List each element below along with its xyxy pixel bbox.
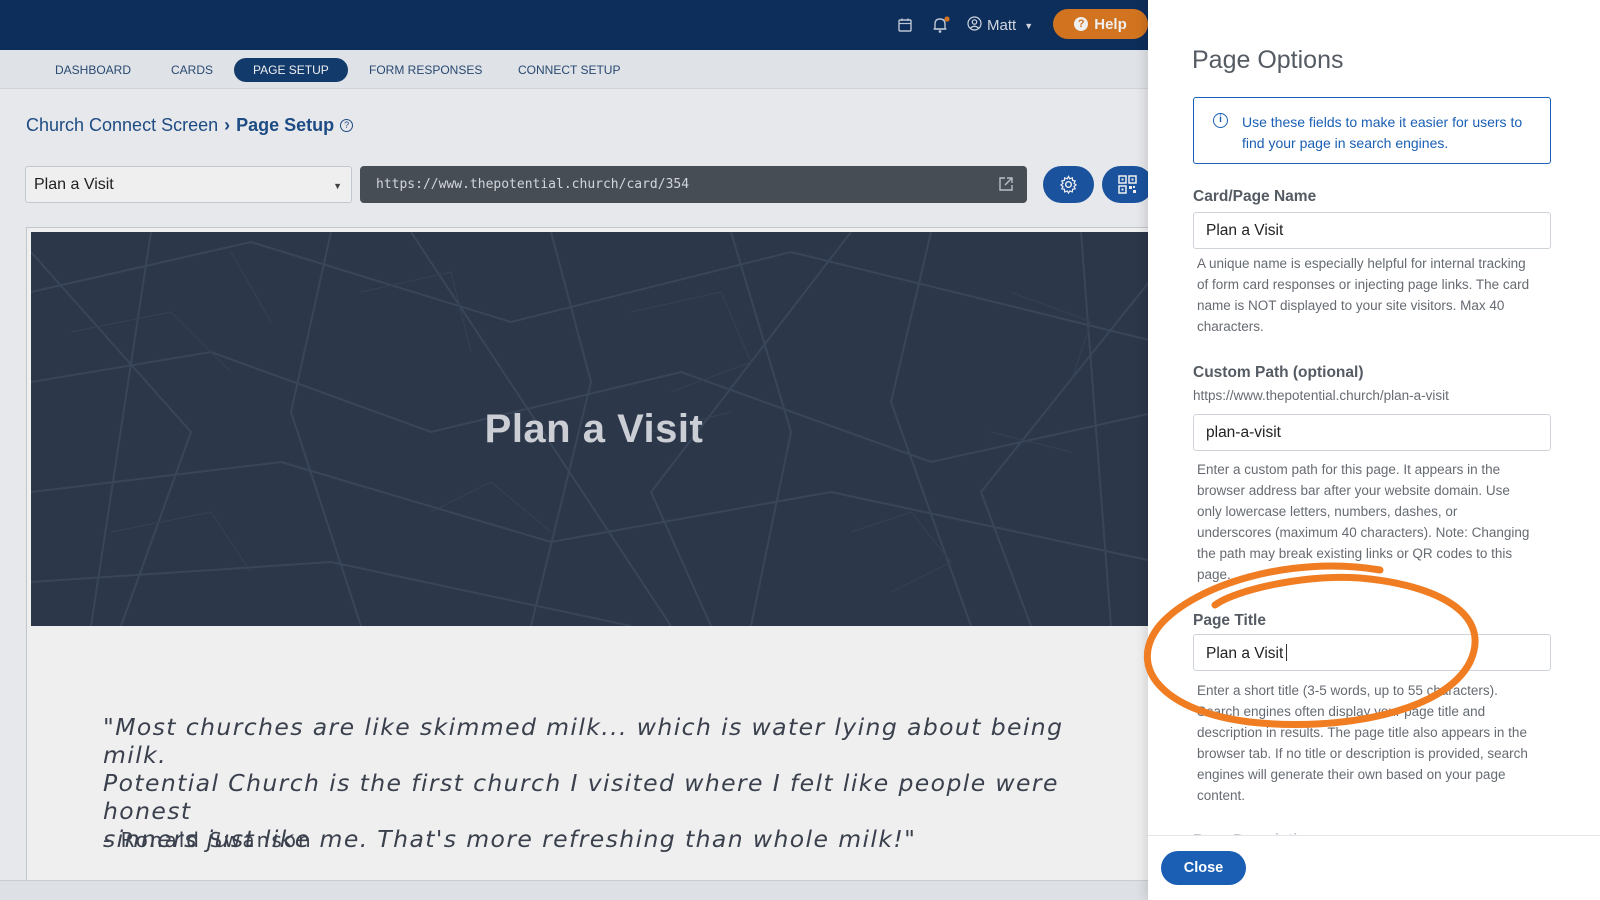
panel-title: Page Options xyxy=(1192,46,1344,74)
text-cursor xyxy=(1286,644,1288,661)
custom-path-label: Custom Path (optional) xyxy=(1193,364,1364,381)
help-line: of form card responses or injecting page… xyxy=(1197,277,1530,292)
help-line: Enter a short title (3-5 words, up to 55… xyxy=(1197,683,1498,698)
page-title-value: Plan a Visit xyxy=(1206,645,1284,662)
help-line: only lowercase letters, numbers, dashes,… xyxy=(1197,504,1458,519)
custom-path-help: Enter a custom path for this page. It ap… xyxy=(1197,459,1549,585)
help-line: characters. xyxy=(1197,319,1264,334)
help-line: A unique name is especially helpful for … xyxy=(1197,256,1526,271)
page-title-label: Page Title xyxy=(1193,612,1266,629)
help-line: the path may break existing links or QR … xyxy=(1197,546,1513,561)
help-line: name is NOT displayed to your site visit… xyxy=(1197,298,1505,313)
custom-path-value: plan-a-visit xyxy=(1206,424,1281,441)
custom-path-url: https://www.thepotential.church/plan-a-v… xyxy=(1193,388,1449,403)
help-line: page. xyxy=(1197,567,1231,582)
help-line: underscores (maximum 40 characters). Not… xyxy=(1197,525,1530,540)
info-icon: i xyxy=(1213,113,1228,128)
page-options-panel: Page Options i Use these fields to make … xyxy=(1148,0,1600,900)
card-name-input[interactable]: Plan a Visit xyxy=(1193,212,1551,249)
info-callout: i Use these fields to make it easier for… xyxy=(1193,97,1551,164)
card-name-value: Plan a Visit xyxy=(1206,222,1284,239)
page-title-input[interactable]: Plan a Visit xyxy=(1193,634,1551,671)
help-line: browser tab. If no title or description … xyxy=(1197,746,1528,761)
panel-footer: Close xyxy=(1148,835,1600,900)
help-line: content. xyxy=(1197,788,1246,803)
help-line: Search engines often display your page t… xyxy=(1197,704,1486,719)
card-name-label: Card/Page Name xyxy=(1193,188,1317,205)
background-dim-overlay[interactable] xyxy=(0,0,1148,900)
custom-path-input[interactable]: plan-a-visit xyxy=(1193,414,1551,451)
close-button[interactable]: Close xyxy=(1161,851,1246,885)
card-name-help: A unique name is especially helpful for … xyxy=(1197,253,1549,337)
help-line: browser address bar after your website d… xyxy=(1197,483,1510,498)
info-text-line: find your page in search engines. xyxy=(1242,135,1449,151)
help-line: engines will generate their own based on… xyxy=(1197,767,1506,782)
page-title-help: Enter a short title (3-5 words, up to 55… xyxy=(1197,680,1549,806)
help-line: description in results. The page title a… xyxy=(1197,725,1527,740)
help-line: Enter a custom path for this page. It ap… xyxy=(1197,462,1501,477)
info-text-line: Use these fields to make it easier for u… xyxy=(1242,114,1523,130)
